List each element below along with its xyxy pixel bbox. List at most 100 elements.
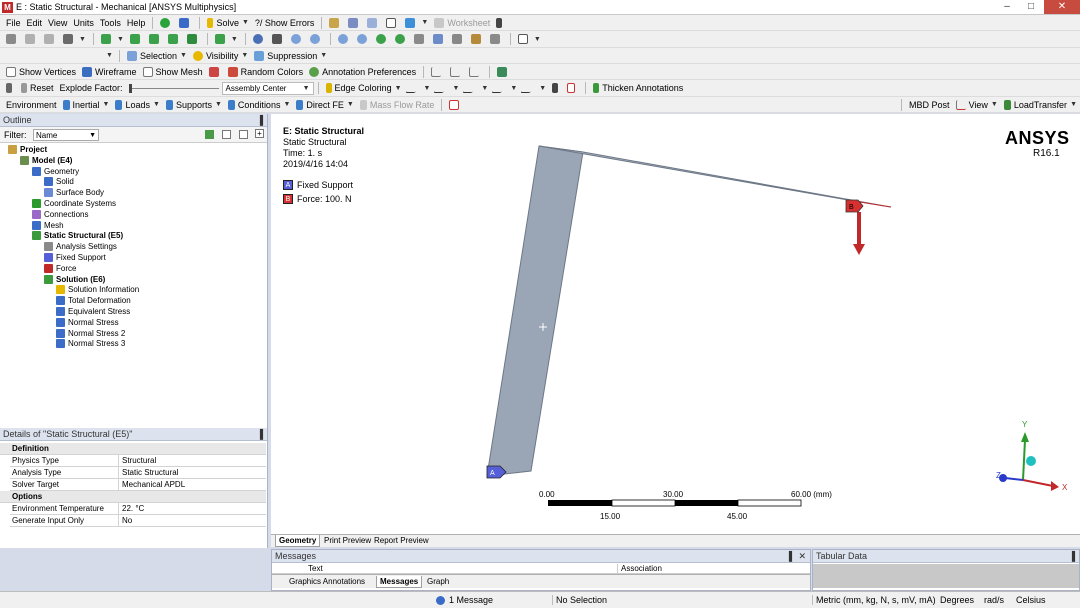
visibility-button[interactable]: Visibility ▼	[190, 49, 251, 63]
direct-fe-button[interactable]: Direct FE ▼	[293, 98, 356, 112]
status-messages[interactable]: 1 Message	[436, 595, 493, 605]
status-angle-units[interactable]: Degrees	[940, 595, 974, 605]
chevron-down-icon[interactable]: ▼	[452, 85, 459, 92]
vertical-plate[interactable]	[486, 145, 584, 477]
expand-icon[interactable]	[239, 130, 248, 139]
isometric-button[interactable]	[411, 32, 430, 46]
details-value[interactable]: Mechanical APDL	[118, 479, 266, 491]
edge-direction-button-2[interactable]	[447, 65, 466, 79]
maximize-button[interactable]: □	[1020, 0, 1042, 14]
label-button[interactable]	[345, 16, 364, 30]
select-vertex-button[interactable]	[22, 32, 41, 46]
pin-edge-button[interactable]	[549, 81, 564, 95]
details-row[interactable]: Physics Type Structural	[10, 455, 266, 467]
graphics-viewport[interactable]: E: Static Structural Static Structural T…	[271, 114, 1080, 534]
menu-help[interactable]: Help	[124, 16, 149, 30]
pin-icon[interactable]: ▐	[786, 550, 792, 563]
tree-node[interactable]: Normal Stress	[56, 317, 119, 328]
tree-node[interactable]: Solution Information	[56, 284, 139, 295]
reset-button[interactable]: Reset	[18, 81, 57, 95]
tree-node[interactable]: Connections	[32, 209, 88, 220]
chevron-down-icon[interactable]: ▼	[347, 101, 354, 108]
tree-node[interactable]: Solution (E6)	[44, 274, 105, 285]
select-body-button[interactable]	[146, 32, 165, 46]
set-view-button[interactable]	[430, 32, 449, 46]
tab-report-preview[interactable]: Report Preview	[371, 535, 432, 547]
chevron-down-icon[interactable]: ▼	[991, 101, 998, 108]
mbd-post-button[interactable]: MBD Post	[906, 98, 953, 112]
view-button[interactable]: View ▼	[953, 98, 1001, 112]
tree-node[interactable]: Analysis Settings	[44, 241, 117, 252]
details-section-header[interactable]: Options	[0, 491, 266, 503]
context-help-button[interactable]	[493, 16, 508, 30]
select-point-button[interactable]	[3, 32, 22, 46]
mass-flow-rate-button[interactable]: Mass Flow Rate	[357, 98, 438, 112]
next-view-button[interactable]	[392, 32, 411, 46]
supports-button[interactable]: Supports ▼	[163, 98, 225, 112]
edge-direction-button-3[interactable]	[466, 65, 485, 79]
ruler-button[interactable]	[449, 32, 468, 46]
tree-node[interactable]: Static Structural (E5)	[32, 230, 123, 241]
pin-icon[interactable]: ▐	[257, 428, 263, 441]
pan-button[interactable]	[269, 32, 288, 46]
extend-selection-button[interactable]: ▼	[212, 32, 241, 46]
close-icon[interactable]: ✕	[798, 550, 806, 563]
text-button[interactable]	[383, 16, 402, 30]
chevron-down-icon[interactable]: ▼	[481, 85, 488, 92]
menu-edit[interactable]: Edit	[24, 16, 46, 30]
select-edge-button[interactable]	[41, 32, 60, 46]
check-mark-button[interactable]	[157, 16, 176, 30]
tree-node[interactable]: Total Deformation	[56, 295, 131, 306]
model-graphics[interactable]: B A 0.00 30.00 60.00 (mm) 15.00 45.00 Y …	[271, 114, 1080, 534]
expand-all-icon[interactable]: +	[255, 129, 264, 138]
rotate-button[interactable]	[250, 32, 269, 46]
chevron-down-icon[interactable]: ▼	[79, 36, 86, 43]
worksheet-button[interactable]: Worksheet	[431, 16, 493, 30]
tab-graph[interactable]: Graph	[424, 576, 452, 588]
column-text[interactable]: Text	[308, 564, 323, 573]
filter-combo[interactable]: Name ▼	[33, 129, 99, 141]
show-mesh-button[interactable]: Show Mesh	[140, 65, 206, 79]
edge-coloring-button[interactable]: Edge Coloring ▼	[323, 81, 405, 95]
selection-button[interactable]: Selection ▼	[124, 49, 190, 63]
chevron-down-icon[interactable]: ▼	[534, 36, 541, 43]
select-element-button[interactable]	[165, 32, 184, 46]
chevron-down-icon[interactable]: ▼	[303, 85, 310, 92]
tree-node[interactable]: Force	[44, 263, 76, 274]
details-value[interactable]: Static Structural	[118, 467, 266, 479]
chevron-down-icon[interactable]: ▼	[1070, 101, 1077, 108]
tag-button[interactable]	[487, 32, 506, 46]
chevron-down-icon[interactable]: ▼	[103, 101, 110, 108]
chevron-down-icon[interactable]: ▼	[421, 19, 428, 26]
edge-display-button-4[interactable]: ▼	[491, 81, 520, 95]
layout-button[interactable]	[494, 65, 513, 79]
horizontal-plate[interactable]	[538, 145, 892, 208]
chevron-down-icon[interactable]: ▼	[180, 52, 187, 59]
details-row[interactable]: Analysis Type Static Structural	[10, 467, 266, 479]
slider-handle[interactable]	[128, 83, 132, 93]
chevron-down-icon[interactable]: ▼	[153, 101, 160, 108]
tab-print-preview[interactable]: Print Preview	[321, 535, 374, 547]
minimize-button[interactable]: –	[996, 0, 1018, 14]
status-temperature-units[interactable]: Celsius	[1016, 595, 1046, 605]
loads-button[interactable]: Loads ▼	[112, 98, 162, 112]
magnifier-button[interactable]	[354, 32, 373, 46]
chevron-down-icon[interactable]: ▼	[283, 101, 290, 108]
edge-display-button-3[interactable]: ▼	[462, 81, 491, 95]
select-type-button[interactable]: ▼	[98, 32, 127, 46]
status-velocity-units[interactable]: rad/s	[984, 595, 1004, 605]
chevron-down-icon[interactable]: ▼	[106, 52, 113, 59]
tree-node[interactable]: Mesh	[32, 220, 64, 231]
tab-geometry[interactable]: Geometry	[275, 535, 321, 547]
show-errors-button[interactable]: ?/ Show Errors	[252, 16, 318, 30]
tree-node[interactable]: Fixed Support	[44, 252, 106, 263]
details-value[interactable]: 22. °C	[118, 503, 266, 515]
details-value[interactable]: No	[118, 515, 266, 527]
chevron-down-icon[interactable]: ▼	[231, 36, 238, 43]
pin-icon[interactable]: ▐	[1069, 550, 1075, 563]
zoom-button[interactable]	[288, 32, 307, 46]
edge-display-button-1[interactable]: ▼	[404, 81, 434, 95]
status-units[interactable]: Metric (mm, kg, N, s, mV, mA)	[812, 595, 936, 605]
chevron-down-icon[interactable]: ▼	[510, 85, 517, 92]
tree-node[interactable]: Equivalent Stress	[56, 306, 130, 317]
